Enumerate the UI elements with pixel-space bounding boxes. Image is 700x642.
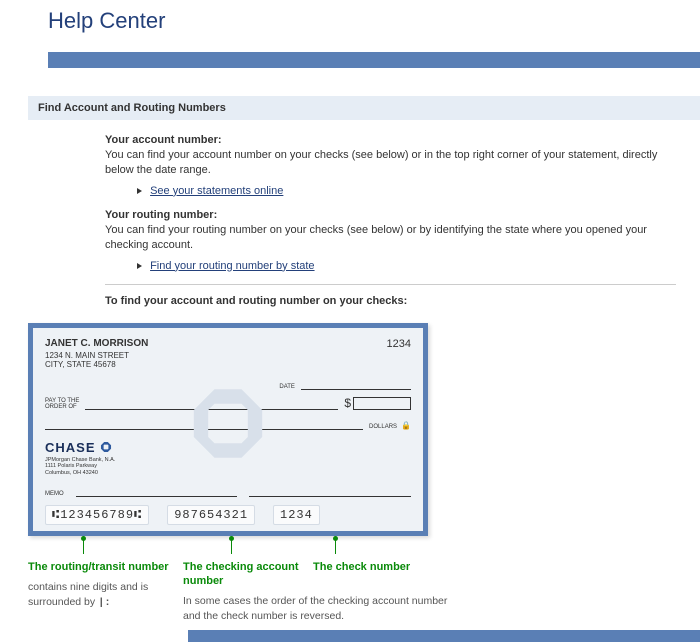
- annotation-account: The checking account number In some case…: [183, 536, 313, 624]
- micr-routing: ⑆123456789⑆: [45, 505, 149, 525]
- pay-to-label-2: ORDER OF: [45, 404, 85, 410]
- annotation-check-title: The check number: [313, 560, 423, 574]
- footer-bar: [188, 630, 700, 642]
- triangle-icon: [137, 188, 142, 194]
- micr-account-value: 987654321: [174, 508, 248, 522]
- content-area: Your account number: You can find your a…: [0, 120, 700, 323]
- routing-number-block: Your routing number: You can find your r…: [105, 209, 676, 272]
- date-label: DATE: [279, 384, 295, 390]
- routing-number-title: Your routing number:: [105, 209, 676, 221]
- page-title: Help Center: [0, 0, 700, 44]
- account-number-title: Your account number:: [105, 134, 676, 146]
- routing-link-row: Find your routing number by state: [137, 260, 676, 272]
- routing-by-state-link[interactable]: Find your routing number by state: [150, 260, 314, 272]
- annotation-account-title: The checking account number: [183, 560, 313, 589]
- check-illustration: JANET C. MORRISON 1234 N. MAIN STREET CI…: [28, 323, 428, 536]
- bank-name: CHASE: [45, 440, 96, 455]
- dollars-label: DOLLARS: [369, 424, 397, 430]
- pay-to-label-1: PAY TO THE: [45, 398, 85, 404]
- section-header: Find Account and Routing Numbers: [28, 96, 700, 120]
- routing-number-text: You can find your routing number on your…: [105, 223, 676, 254]
- micr-checknum-value: 1234: [280, 508, 313, 522]
- account-number-text: You can find your account number on your…: [105, 148, 676, 179]
- micr-account: 987654321: [167, 505, 255, 525]
- annotation-routing-text: contains nine digits and is surrounded b…: [28, 580, 183, 610]
- chase-logo-icon: [100, 441, 112, 453]
- memo-label: MEMO: [45, 491, 64, 497]
- payer-name: JANET C. MORRISON: [45, 338, 148, 350]
- check-watermark: [183, 378, 273, 471]
- account-link-row: See your statements online: [137, 185, 676, 197]
- amount-box: [353, 397, 411, 410]
- memo-row: MEMO: [45, 487, 411, 497]
- payer-block: JANET C. MORRISON 1234 N. MAIN STREET CI…: [45, 338, 148, 370]
- annotation-connector: [231, 536, 232, 554]
- see-statements-link[interactable]: See your statements online: [150, 185, 283, 197]
- annotation-connector: [335, 536, 336, 554]
- check-number-top: 1234: [387, 338, 411, 370]
- annotations: The routing/transit number contains nine…: [28, 536, 700, 624]
- divider: [105, 284, 676, 285]
- check-body: JANET C. MORRISON 1234 N. MAIN STREET CI…: [28, 323, 428, 536]
- header-bar: [48, 52, 700, 68]
- signature-line: [249, 487, 411, 497]
- annotation-routing-title: The routing/transit number: [28, 560, 183, 574]
- micr-routing-value: 123456789: [60, 508, 134, 522]
- pay-to-label: PAY TO THE ORDER OF: [45, 398, 85, 410]
- account-number-block: Your account number: You can find your a…: [105, 134, 676, 197]
- micr-symbol: |:: [98, 597, 111, 609]
- annotation-routing: The routing/transit number contains nine…: [28, 536, 183, 624]
- micr-row: ⑆123456789⑆ 987654321 1234: [45, 505, 411, 525]
- payer-address-2: CITY, STATE 45678: [45, 360, 148, 370]
- date-line: [301, 380, 411, 390]
- annotation-connector: [83, 536, 84, 554]
- micr-checknum: 1234: [273, 505, 320, 525]
- dollar-sign: $: [344, 396, 351, 410]
- lock-icon: 🔒: [401, 421, 411, 430]
- find-on-checks-line: To find your account and routing number …: [105, 295, 676, 307]
- triangle-icon: [137, 263, 142, 269]
- payer-address-1: 1234 N. MAIN STREET: [45, 351, 148, 361]
- annotation-check: The check number: [313, 536, 423, 624]
- memo-line: [76, 487, 238, 497]
